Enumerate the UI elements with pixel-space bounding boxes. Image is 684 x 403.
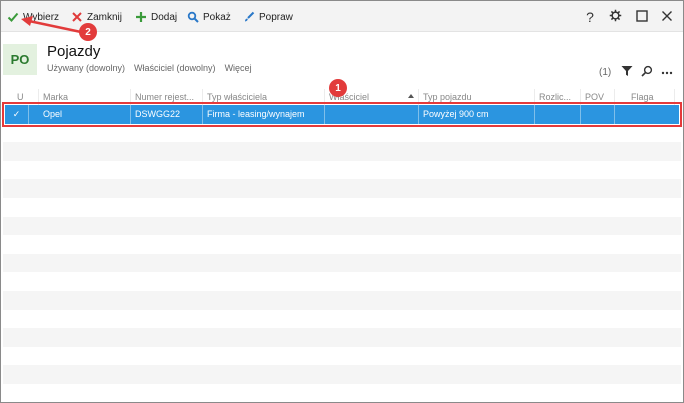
table-row[interactable]: ✓ Opel DSWGG22 Firma - leasing/wynajem P… [2,102,682,127]
empty-row [3,161,681,180]
column-header-owner-type[interactable]: Typ właściciela [203,89,325,105]
empty-row [3,365,681,384]
vehicles-grid: U Marka Numer rejest... Typ właściciela … [2,89,682,384]
filter-more[interactable]: Więcej [225,63,252,73]
empty-row [3,253,681,273]
empty-row [3,290,681,310]
sort-ascending-icon [408,94,414,98]
filter-owner[interactable]: Właściciel (dowolny) [134,63,216,73]
empty-row [3,198,681,217]
cell-pov [581,105,615,124]
column-header-u[interactable]: U [3,89,39,105]
cell-flag [615,105,679,124]
row-check-icon[interactable]: ✓ [5,105,29,124]
cell-owner [325,105,419,124]
column-header-brand[interactable]: Marka [39,89,131,105]
empty-row [3,142,681,161]
cell-vehicle-type: Powyżej 900 cm [419,105,535,124]
column-header-vehicle-type[interactable]: Typ pojazdu [419,89,535,105]
annotation-badge-2: 2 [79,23,97,41]
annotation-arrow [21,16,82,34]
filter-links: Używany (dowolny) Właściciel (dowolny) W… [47,63,252,73]
cell-settlement [535,105,581,124]
column-header-pov[interactable]: POV [581,89,615,105]
annotation-badge-1: 1 [329,79,347,97]
cell-registration: DSWGG22 [131,105,203,124]
column-header-registration[interactable]: Numer rejest... [131,89,203,105]
empty-row [3,310,681,329]
search-icon [641,65,653,80]
vehicles-window: Wybierz Zamknij Dodaj Pokaż Popraw ? PO … [0,0,684,403]
cell-owner-type: Firma - leasing/wynajem [203,105,325,124]
empty-row [3,328,681,347]
column-header-flag[interactable]: Flaga [615,89,675,105]
empty-row [3,124,681,143]
more-options-button[interactable] [660,65,674,79]
column-header-settlement[interactable]: Rozlic... [535,89,581,105]
empty-row [3,179,681,198]
grid-rows: ✓ Opel DSWGG22 Firma - leasing/wynajem P… [2,102,682,384]
cell-brand: Opel [39,105,131,124]
filter-button[interactable] [620,65,634,79]
dots-icon [661,67,673,78]
empty-row [3,347,681,366]
empty-row [3,235,681,254]
filter-count: (1) [599,67,612,78]
funnel-icon [621,65,633,80]
empty-row [3,216,681,236]
filter-used[interactable]: Używany (dowolny) [47,63,125,73]
grid-search-button[interactable] [640,65,654,79]
empty-row [3,272,681,291]
